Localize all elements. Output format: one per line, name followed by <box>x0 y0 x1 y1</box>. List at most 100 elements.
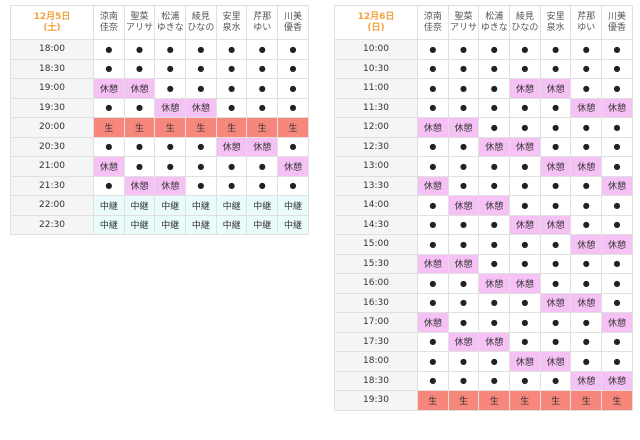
member-header: 綾見 ひなの <box>185 5 217 40</box>
available-cell: ● <box>509 117 541 138</box>
relay-cell: 中継 <box>277 214 309 235</box>
available-cell: ● <box>246 78 279 99</box>
live-cell: 生 <box>478 390 511 411</box>
available-cell: ● <box>447 175 480 196</box>
saturday-weekday: (土) <box>43 22 61 33</box>
saturday-schedule-table: 12月5日 (土) 涼南 佳奈 聖菜 アリサ 松浦 ゆきな 綾見 ひなの 安里 泉水 芹那ゆ… <box>10 5 309 235</box>
time-cell: 17:00 <box>334 312 418 333</box>
available-cell: ● <box>570 39 603 60</box>
available-cell: ● <box>93 175 125 196</box>
available-cell: ● <box>509 195 541 216</box>
available-cell: ● <box>478 117 511 138</box>
saturday-date-header: 12月5日 (土) <box>10 5 94 40</box>
time-cell: 14:30 <box>334 214 418 235</box>
available-cell: ● <box>185 39 217 60</box>
available-cell: ● <box>246 175 279 196</box>
schedule-row: 22:00 中継 中継 中継 中継 中継 中継 中継 <box>10 195 309 216</box>
rest-cell: 休憩 <box>417 253 449 274</box>
available-cell: ● <box>601 331 633 352</box>
schedule-row: 15:00 ● ● ● ● ● 休憩 休憩 <box>334 234 633 255</box>
time-cell: 21:00 <box>10 156 94 177</box>
sunday-date: 12月6日 <box>357 11 395 22</box>
available-cell: ● <box>539 253 572 274</box>
available-cell: ● <box>417 234 449 255</box>
available-cell: ● <box>601 156 633 177</box>
time-cell: 14:00 <box>334 195 418 216</box>
rest-cell: 休憩 <box>93 78 125 99</box>
available-cell: ● <box>570 351 603 372</box>
available-cell: ● <box>539 97 572 118</box>
available-cell: ● <box>601 136 633 157</box>
available-cell: ● <box>601 351 633 372</box>
available-cell: ● <box>478 39 511 60</box>
available-cell: ● <box>570 136 603 157</box>
rest-cell: 休憩 <box>154 97 187 118</box>
schedule-row: 19:00 休憩 休憩 ● ● ● ● ● <box>10 78 309 99</box>
sunday-weekday: (日) <box>367 22 385 33</box>
rest-cell: 休憩 <box>478 136 511 157</box>
schedule-row: 14:00 ● 休憩 休憩 ● ● ● ● <box>334 195 633 216</box>
available-cell: ● <box>570 117 603 138</box>
available-cell: ● <box>570 253 603 274</box>
rest-cell: 休憩 <box>509 214 541 235</box>
schedule-row: 21:30 ● 休憩 休憩 ● ● ● ● <box>10 175 309 196</box>
available-cell: ● <box>93 136 125 157</box>
schedule-row: 17:30 ● 休憩 休憩 ● ● ● ● <box>334 331 633 352</box>
available-cell: ● <box>539 331 572 352</box>
available-cell: ● <box>601 117 633 138</box>
available-cell: ● <box>154 136 187 157</box>
time-cell: 12:00 <box>334 117 418 138</box>
available-cell: ● <box>447 273 480 294</box>
available-cell: ● <box>509 331 541 352</box>
rest-cell: 休憩 <box>185 97 217 118</box>
available-cell: ● <box>447 292 480 313</box>
available-cell: ● <box>570 331 603 352</box>
live-cell: 生 <box>570 390 603 411</box>
rest-cell: 休憩 <box>601 97 633 118</box>
rest-cell: 休憩 <box>570 97 603 118</box>
rest-cell: 休憩 <box>123 175 156 196</box>
schedule-row: 22:30 中継 中継 中継 中継 中継 中継 中継 <box>10 214 309 235</box>
schedule-row: 14:30 ● ● ● 休憩 休憩 ● ● <box>334 214 633 235</box>
available-cell: ● <box>570 214 603 235</box>
available-cell: ● <box>154 58 187 79</box>
available-cell: ● <box>123 58 156 79</box>
live-cell: 生 <box>539 390 572 411</box>
rest-cell: 休憩 <box>601 312 633 333</box>
available-cell: ● <box>509 97 541 118</box>
live-cell: 生 <box>277 117 309 138</box>
live-cell: 生 <box>185 117 217 138</box>
live-cell: 生 <box>447 390 480 411</box>
available-cell: ● <box>417 331 449 352</box>
schedule-row: 21:00 休憩 ● ● ● ● ● 休憩 <box>10 156 309 177</box>
available-cell: ● <box>539 39 572 60</box>
rest-cell: 休憩 <box>246 136 279 157</box>
available-cell: ● <box>185 175 217 196</box>
available-cell: ● <box>417 370 449 391</box>
available-cell: ● <box>509 292 541 313</box>
available-cell: ● <box>447 136 480 157</box>
available-cell: ● <box>215 175 248 196</box>
available-cell: ● <box>478 97 511 118</box>
rest-cell: 休憩 <box>478 195 511 216</box>
available-cell: ● <box>277 97 309 118</box>
available-cell: ● <box>570 312 603 333</box>
relay-cell: 中継 <box>154 214 187 235</box>
available-cell: ● <box>447 214 480 235</box>
available-cell: ● <box>570 78 603 99</box>
available-cell: ● <box>123 156 156 177</box>
relay-cell: 中継 <box>185 195 217 216</box>
available-cell: ● <box>417 97 449 118</box>
schedule-row: 20:30 ● ● ● ● 休憩 休憩 ● <box>10 136 309 157</box>
rest-cell: 休憩 <box>123 78 156 99</box>
available-cell: ● <box>447 39 480 60</box>
schedule-row: 19:30 生生生生生生生 <box>334 390 633 411</box>
available-cell: ● <box>417 273 449 294</box>
relay-cell: 中継 <box>246 195 279 216</box>
available-cell: ● <box>246 39 279 60</box>
live-cell: 生 <box>417 390 449 411</box>
available-cell: ● <box>478 234 511 255</box>
member-header: 川美 優香 <box>277 5 309 40</box>
rest-cell: 休憩 <box>417 117 449 138</box>
rest-cell: 休憩 <box>570 370 603 391</box>
